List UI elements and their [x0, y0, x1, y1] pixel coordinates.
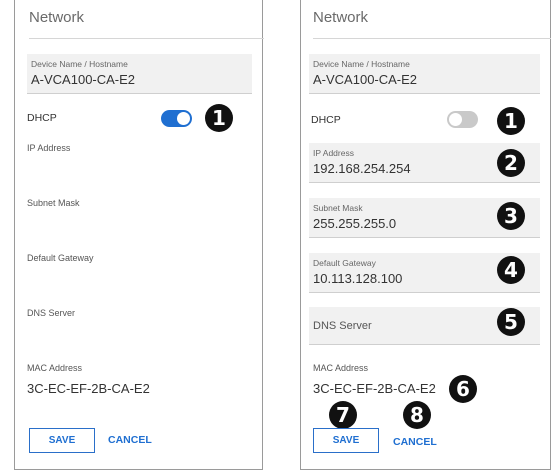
network-settings-panel-dhcp-off: Network Device Name / Hostname A-VCA100-… [300, 0, 551, 470]
device-name-field[interactable]: Device Name / Hostname A-VCA100-CA-E2 [309, 54, 540, 94]
default-gateway-value: 10.113.128.100 [313, 271, 403, 286]
mac-address-value: 3C-EC-EF-2B-CA-E2 [313, 381, 436, 396]
dhcp-label: DHCP [311, 114, 341, 126]
device-name-value: A-VCA100-CA-E2 [31, 72, 136, 87]
page-title: Network [313, 9, 369, 26]
ip-address-label: IP Address [27, 143, 71, 153]
callout-4: 4 [497, 256, 525, 284]
mac-address-label: MAC Address [313, 363, 369, 373]
device-name-label: Device Name / Hostname [313, 59, 410, 69]
device-name-value: A-VCA100-CA-E2 [313, 72, 418, 87]
default-gateway-label: Default Gateway [313, 258, 376, 268]
cancel-button[interactable]: CANCEL [108, 434, 152, 446]
title-divider [313, 38, 551, 39]
mac-address-value: 3C-EC-EF-2B-CA-E2 [27, 381, 150, 396]
callout-6: 6 [449, 375, 477, 403]
toggle-knob [449, 113, 462, 126]
cancel-button[interactable]: CANCEL [393, 436, 437, 448]
ip-address-label: IP Address [313, 148, 354, 158]
network-settings-panel-dhcp-on: Network Device Name / Hostname A-VCA100-… [14, 0, 264, 470]
callout-2: 2 [497, 149, 525, 177]
dns-server-label: DNS Server [27, 308, 76, 318]
subnet-mask-label: Subnet Mask [313, 203, 363, 213]
save-button[interactable]: SAVE [313, 428, 379, 453]
dhcp-label: DHCP [27, 112, 57, 124]
page-title: Network [29, 9, 85, 26]
subnet-mask-label: Subnet Mask [27, 198, 80, 208]
callout-1: 1 [497, 107, 525, 135]
device-name-field[interactable]: Device Name / Hostname A-VCA100-CA-E2 [27, 54, 252, 94]
callout-7: 7 [329, 401, 357, 429]
title-divider [29, 38, 264, 39]
callout-8: 8 [403, 401, 431, 429]
callout-1: 1 [205, 104, 233, 132]
dhcp-toggle[interactable] [161, 110, 192, 127]
callout-3: 3 [497, 202, 525, 230]
mac-address-label: MAC Address [27, 363, 83, 373]
callout-5: 5 [497, 308, 525, 336]
ip-address-value: 192.168.254.254 [313, 161, 411, 176]
subnet-mask-value: 255.255.255.0 [313, 216, 397, 231]
default-gateway-label: Default Gateway [27, 253, 94, 263]
dhcp-toggle[interactable] [447, 111, 478, 128]
device-name-label: Device Name / Hostname [31, 59, 128, 69]
dns-server-placeholder: DNS Server [313, 320, 372, 332]
save-button[interactable]: SAVE [29, 428, 95, 453]
toggle-knob [177, 112, 190, 125]
